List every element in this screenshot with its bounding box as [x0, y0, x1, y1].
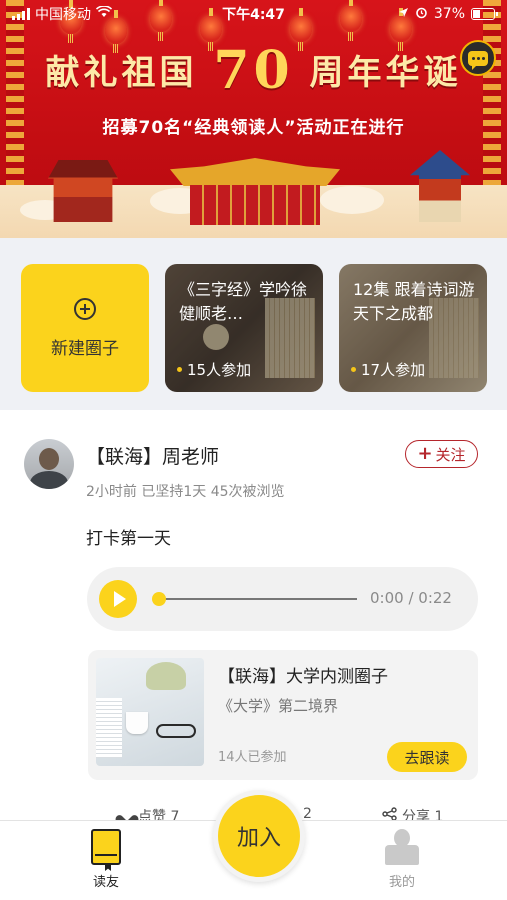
new-circle-label: 新建圈子 — [51, 338, 119, 359]
dot-icon — [177, 367, 182, 372]
new-circle-button[interactable]: 新建圈子 — [21, 264, 149, 392]
battery-percent: 37% — [433, 6, 465, 22]
palace-body-illustration — [190, 185, 320, 225]
linked-circle-subtitle: 《大学》第二境界 — [218, 697, 339, 715]
post-meta: 2小时前 已坚持1天 45次被浏览 — [86, 484, 285, 500]
palace-roof-illustration — [170, 158, 340, 186]
banner-title-suffix: 周年华诞 — [309, 53, 462, 93]
temple-illustration — [410, 150, 470, 222]
plus-circle-icon — [74, 297, 96, 320]
linked-circle-card[interactable]: 【联海】大学内测圈子 《大学》第二境界 14人已参加 去跟读 — [88, 650, 478, 780]
gate-tower-illustration — [48, 160, 118, 222]
location-icon — [398, 6, 409, 22]
tab-readers-label: 读友 — [92, 875, 119, 890]
carrier-name: 中国移动 — [35, 7, 91, 23]
follow-button[interactable]: + 关注 — [405, 440, 478, 468]
author-name[interactable]: 【联海】周老师 — [86, 442, 219, 469]
circle-card-title: 《三字经》学吟徐健顺老… — [179, 280, 308, 323]
linked-circle-count: 14人已参加 — [218, 750, 287, 765]
avatar[interactable] — [24, 439, 74, 489]
person-icon — [385, 829, 419, 865]
linked-circle-cover-image — [96, 658, 204, 766]
follow-label: 关注 — [435, 445, 466, 464]
post-card: 【联海】周老师 + 关注 2小时前 已坚持1天 45次被浏览 打卡第一天 0:0… — [0, 410, 507, 825]
circles-strip: 新建圈子 《三字经》学吟徐健顺老… 15人参加 12集 跟着诗词游天下之成都 1… — [0, 238, 507, 410]
circle-card-count-text: 15人参加 — [187, 361, 252, 379]
join-button[interactable]: 加入 — [213, 790, 305, 882]
circle-card-count-text: 17人参加 — [361, 361, 426, 379]
plus-icon: + — [417, 443, 433, 464]
circle-card-count: 17人参加 — [351, 359, 425, 380]
cloud-decoration — [320, 186, 384, 214]
status-bar: 中国移动 下午4:47 37% — [0, 0, 507, 28]
audio-progress-track[interactable] — [157, 598, 357, 600]
banner-title: 献礼祖国 70 周年华诞 — [0, 40, 507, 101]
chat-button[interactable] — [460, 40, 496, 76]
tab-readers[interactable]: 读友 — [66, 829, 146, 890]
signal-icon — [12, 8, 30, 20]
circle-card-count: 15人参加 — [177, 359, 251, 380]
circle-card-title: 12集 跟着诗词游天下之成都 — [353, 280, 475, 323]
circle-card[interactable]: 《三字经》学吟徐健顺老… 15人参加 — [165, 264, 323, 392]
audio-time: 0:00 / 0:22 — [370, 589, 452, 607]
book-icon — [91, 829, 121, 865]
linked-circle-title: 【联海】大学内测圈子 — [218, 667, 388, 687]
banner-title-prefix: 献礼祖国 — [45, 53, 198, 93]
chat-bubble-icon — [468, 50, 488, 70]
circle-card[interactable]: 12集 跟着诗词游天下之成都 17人参加 — [339, 264, 487, 392]
banner-subtitle: 招募70名“经典领读人”活动正在进行 — [102, 118, 405, 138]
banner-title-number: 70 — [213, 40, 294, 101]
battery-icon — [471, 8, 498, 20]
wifi-icon — [95, 5, 113, 22]
dot-icon — [351, 367, 356, 372]
audio-player: 0:00 / 0:22 — [87, 567, 478, 631]
follow-read-button[interactable]: 去跟读 — [387, 742, 467, 772]
alarm-icon — [415, 6, 428, 23]
tab-mine[interactable]: 我的 — [362, 829, 442, 890]
activity-banner[interactable]: 献礼祖国 70 周年华诞 招募70名“经典领读人”活动正在进行 — [0, 0, 507, 238]
play-icon — [113, 591, 126, 607]
play-button[interactable] — [99, 580, 137, 618]
audio-progress-knob[interactable] — [152, 592, 166, 606]
post-text: 打卡第一天 — [86, 529, 171, 549]
tab-mine-label: 我的 — [388, 875, 415, 890]
